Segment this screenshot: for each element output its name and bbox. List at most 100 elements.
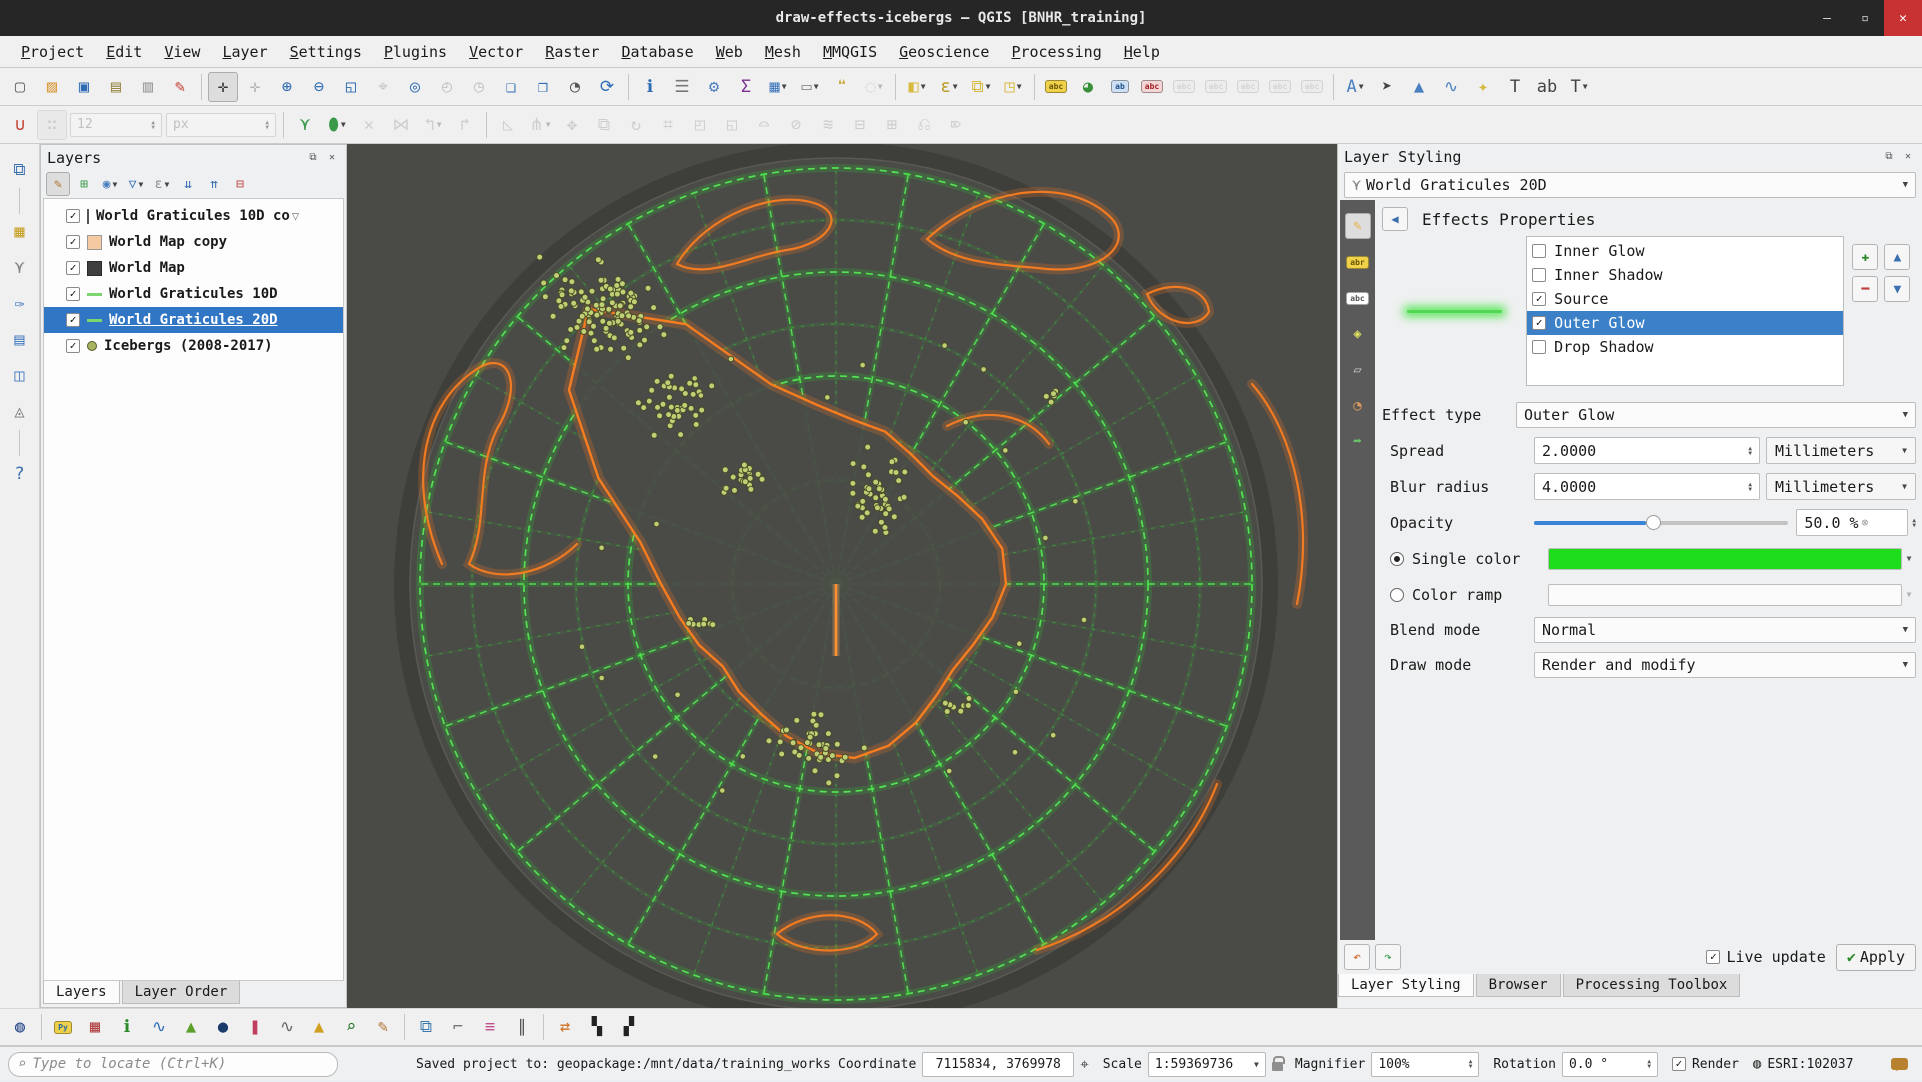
close-panel-icon[interactable]: ✕ xyxy=(1900,149,1916,165)
layer-item-2[interactable]: ✓ World Map xyxy=(44,255,343,281)
move-effect-down-button[interactable]: ▼ xyxy=(1884,276,1911,302)
project-new-button[interactable]: ▢ xyxy=(5,72,35,102)
new-print-layout-button[interactable]: ▤ xyxy=(101,72,131,102)
back-button[interactable]: ◀ xyxy=(1382,207,1408,231)
style-manager-button[interactable]: ✎ xyxy=(165,72,195,102)
color-bars-button[interactable]: ❚ xyxy=(240,1012,270,1042)
hatching-tool-button[interactable]: ∥ xyxy=(507,1012,537,1042)
surface-plot-button[interactable]: ▲ xyxy=(304,1012,334,1042)
menu-help[interactable]: Help xyxy=(1113,39,1171,65)
layer-item-4[interactable]: ✓ World Graticules 20D xyxy=(44,307,343,333)
python-console-button[interactable]: Py xyxy=(48,1012,78,1042)
map-tips-button[interactable]: ❝ xyxy=(827,72,857,102)
layer-visibility-checkbox[interactable]: ✓ xyxy=(66,313,80,327)
expand-all-button[interactable]: ⇊ xyxy=(176,172,200,196)
effect-checkbox[interactable]: ✓ xyxy=(1532,316,1547,330)
help-button[interactable]: ? xyxy=(5,459,35,489)
area-analysis-button[interactable]: ▲ xyxy=(176,1012,206,1042)
apply-button[interactable]: ✔ Apply xyxy=(1835,943,1916,971)
effect-item-drop-shadow[interactable]: Drop Shadow xyxy=(1527,335,1843,359)
pan-map-button[interactable]: ✛ xyxy=(208,71,238,102)
layer-visibility-checkbox[interactable]: ✓ xyxy=(66,339,80,353)
menu-plugins[interactable]: Plugins xyxy=(373,39,458,65)
menu-layer[interactable]: Layer xyxy=(211,39,278,65)
color-ramp-swatch[interactable] xyxy=(1548,583,1902,606)
remove-effect-button[interactable]: ━ xyxy=(1852,276,1879,302)
messages-icon[interactable] xyxy=(1891,1058,1908,1071)
highlight-labels-button[interactable]: abc xyxy=(1137,72,1167,102)
polygon-annotation-button[interactable]: ▲ xyxy=(1404,72,1434,102)
menu-database[interactable]: Database xyxy=(610,39,704,65)
map-annotate-button[interactable]: ✎ xyxy=(368,1012,398,1042)
text-annotation-button[interactable]: T xyxy=(1500,72,1530,102)
undock-panel-icon[interactable]: ⧉ xyxy=(305,150,321,166)
blend-mode-select[interactable]: Normal ▼ xyxy=(1534,617,1916,643)
temporal-controller-button[interactable]: ◔ xyxy=(560,72,590,102)
tab-layer-styling[interactable]: Layer Styling xyxy=(1338,974,1474,997)
new-shapefile-layer-button[interactable]: ⋎ xyxy=(5,253,35,283)
menu-mmqgis[interactable]: MMQGIS xyxy=(812,39,888,65)
project-save-button[interactable]: ▣ xyxy=(69,72,99,102)
effect-item-source[interactable]: ✓ Source xyxy=(1527,287,1843,311)
chevron-down-icon[interactable]: ▼ xyxy=(1902,581,1916,608)
effect-item-inner-glow[interactable]: Inner Glow xyxy=(1527,239,1843,263)
pin-labels-button[interactable]: ab xyxy=(1105,72,1135,102)
labels-tab-button[interactable]: abr xyxy=(1345,249,1371,275)
invert-selection-button[interactable]: ◳ ▼ xyxy=(998,72,1028,102)
layer-swap-button[interactable]: ⇄ xyxy=(550,1012,580,1042)
add-effect-button[interactable]: ✚ xyxy=(1852,244,1879,270)
select-by-expression-button[interactable]: ε ▼ xyxy=(934,72,964,102)
layer-visibility-checkbox[interactable]: ✓ xyxy=(66,209,80,223)
measure-button[interactable]: ▭ ▼ xyxy=(795,72,825,102)
menu-vector[interactable]: Vector xyxy=(458,39,534,65)
blur-radius-input[interactable]: 4.0000 ▲ ▼ xyxy=(1534,473,1760,500)
show-sum-button[interactable]: Σ xyxy=(731,72,761,102)
spinner-arrows-icon[interactable]: ▲ ▼ xyxy=(1647,1059,1651,1070)
chevron-down-icon[interactable]: ▼ xyxy=(1902,545,1916,572)
select-features-button[interactable]: ◧ ▼ xyxy=(902,72,932,102)
maximize-button[interactable]: ▫ xyxy=(1846,0,1884,36)
layer-item-3[interactable]: ✓ World Graticules 10D xyxy=(44,281,343,307)
spinner-arrows-icon[interactable]: ▲ ▼ xyxy=(1912,517,1916,528)
profile-plot-button[interactable]: ∿ xyxy=(144,1012,174,1042)
single-color-swatch[interactable] xyxy=(1548,547,1902,570)
new-mesh-layer-button[interactable]: ◫ xyxy=(5,361,35,391)
bw-map-left-button[interactable]: ▚ xyxy=(582,1012,612,1042)
layer-item-0[interactable]: ✓ World Graticules 10D co ▽ xyxy=(44,203,343,229)
menu-view[interactable]: View xyxy=(153,39,211,65)
tab-layer-order[interactable]: Layer Order xyxy=(121,981,241,1004)
zoom-out-button[interactable]: ⊖ xyxy=(304,72,334,102)
digitize-shape-button[interactable]: ⬮ ▼ xyxy=(322,110,352,140)
effect-type-select[interactable]: Outer Glow ▼ xyxy=(1516,402,1916,428)
html-annotation-button[interactable]: ab xyxy=(1532,72,1562,102)
live-update-checkbox[interactable]: ✓ xyxy=(1706,950,1721,964)
menu-raster[interactable]: Raster xyxy=(534,39,610,65)
clear-icon[interactable]: ⊗ xyxy=(1862,516,1869,529)
layer-visibility-checkbox[interactable]: ✓ xyxy=(66,261,80,275)
osm-place-search-button[interactable]: ◍ xyxy=(5,1012,35,1042)
magnifier-input[interactable]: 100% ▲ ▼ xyxy=(1371,1051,1480,1077)
history-tab-button[interactable]: ◔ xyxy=(1345,393,1371,419)
symbology-tab-button[interactable]: ✎ xyxy=(1344,213,1371,239)
slider-handle[interactable] xyxy=(1645,514,1661,530)
colored-lines-button[interactable]: ≡ xyxy=(475,1012,505,1042)
bw-map-right-button[interactable]: ▞ xyxy=(614,1012,644,1042)
snapping-toggle-button[interactable]: ∪ xyxy=(5,110,35,140)
menu-web[interactable]: Web xyxy=(705,39,754,65)
extents-toggle-icon[interactable]: ⌖ xyxy=(1080,1055,1088,1073)
minimize-button[interactable]: – xyxy=(1808,0,1846,36)
effect-checkbox[interactable]: ✓ xyxy=(1532,292,1547,306)
layer-item-1[interactable]: ✓ World Map copy xyxy=(44,229,343,255)
rotation-input[interactable]: 0.0 ° ▲ ▼ xyxy=(1561,1051,1658,1077)
effect-item-inner-shadow[interactable]: Inner Shadow xyxy=(1527,263,1843,287)
draw-mode-select[interactable]: Render and modify ▼ xyxy=(1534,652,1916,678)
tracing-button[interactable]: ⋎ xyxy=(290,110,320,140)
spread-input[interactable]: 2.0000 ▲ ▼ xyxy=(1534,437,1760,464)
menu-settings[interactable]: Settings xyxy=(279,39,373,65)
zoom-in-button[interactable]: ⊕ xyxy=(272,72,302,102)
menu-geoscience[interactable]: Geoscience xyxy=(888,39,1000,65)
globe-view-button[interactable]: ● xyxy=(208,1012,238,1042)
manage-map-themes-button[interactable]: ◉ ▼ xyxy=(98,172,122,196)
zoom-to-layer-button[interactable]: ◎ xyxy=(400,72,430,102)
new-temporary-scratch-layer-button[interactable]: ▤ xyxy=(5,325,35,355)
